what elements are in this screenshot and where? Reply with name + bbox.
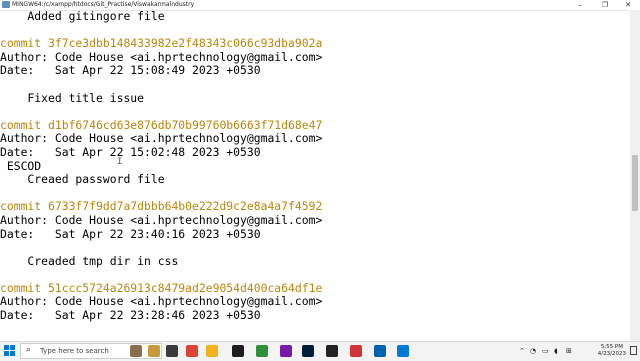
- log-line: ESCOD: [0, 158, 42, 173]
- log-line: Added gitingore file: [0, 10, 165, 23]
- person-icon[interactable]: [130, 345, 142, 357]
- clock-time: 5:55 PM: [600, 344, 623, 350]
- app-icon[interactable]: [374, 345, 386, 357]
- log-line: Author: Code House <ai.hprtechnology@gma…: [0, 294, 323, 309]
- log-line: Date: Sat Apr 22 15:02:48 2023 +0530: [0, 144, 261, 159]
- windows-taskbar: ⌕ Type here to search ⌃ ◔ ▭ ◖ ⊞ 5:55 PM …: [0, 341, 640, 361]
- network-icon[interactable]: ◔: [530, 342, 536, 361]
- terminal-icon[interactable]: [232, 345, 244, 357]
- chrome-icon[interactable]: [186, 345, 198, 357]
- tray-chevron-icon[interactable]: ⌃: [519, 342, 525, 361]
- text-cursor-icon: I: [117, 157, 123, 167]
- photoshop-icon[interactable]: [302, 345, 314, 357]
- task-view-icon[interactable]: [166, 345, 178, 357]
- log-line: Creaded tmp dir in css: [0, 253, 179, 268]
- file-explorer-icon[interactable]: [206, 345, 218, 357]
- log-line: Author: Code House <ai.hprtechnology@gma…: [0, 212, 323, 227]
- window-title: MINGW64:/c/xampp/htdocs/Git_Practise/Vis…: [12, 1, 195, 8]
- vertical-scrollbar[interactable]: [630, 10, 640, 341]
- commit-hash-line: commit 6733f7f9dd7a7dbbb64b0e222d9c2e8a4…: [0, 199, 323, 214]
- log-line: Author: Code House <ai.hprtechnology@gma…: [0, 49, 323, 64]
- search-placeholder: Type here to search: [40, 347, 109, 355]
- battery-icon[interactable]: ▭: [542, 342, 549, 361]
- clock-date: 4/23/2023: [597, 351, 626, 357]
- volume-icon[interactable]: ◖: [554, 342, 558, 361]
- log-line: Author: Code House <ai.hprtechnology@gma…: [0, 131, 323, 146]
- onenote-icon[interactable]: [280, 345, 292, 357]
- store-icon[interactable]: [256, 345, 268, 357]
- start-button[interactable]: [4, 345, 16, 357]
- taskbar-clock[interactable]: 5:55 PM 4/23/2023: [598, 344, 626, 358]
- log-line: Fixed title issue: [0, 90, 145, 105]
- search-icon: ⌕: [26, 345, 32, 355]
- notification-icon[interactable]: [630, 346, 637, 355]
- log-line: Date: Sat Apr 22 23:40:16 2023 +0530: [0, 226, 261, 241]
- commit-hash-line: commit d1bf6746cd63e876db70b99760b6663f7…: [0, 117, 323, 132]
- terminal-output[interactable]: Added gitingore file commit 3f7ce3dbb1484…: [0, 10, 630, 341]
- commit-hash-line: commit 51ccc5724a26913c8479ad2e9054d400c…: [0, 280, 323, 295]
- log-line: Date: Sat Apr 22 23:28:46 2023 +0530: [0, 308, 261, 323]
- minimize-button[interactable]: –: [568, 0, 592, 10]
- language-icon[interactable]: ⊞: [566, 342, 572, 361]
- log-line: Creaed password file: [0, 172, 165, 187]
- maximize-button[interactable]: ❐: [593, 0, 617, 10]
- vscode-icon[interactable]: [397, 345, 409, 357]
- scrollbar-thumb[interactable]: [632, 155, 638, 211]
- close-button[interactable]: ✕: [616, 0, 640, 10]
- commit-hash-line: commit 3f7ce3dbb148433982e2f48343c066c93…: [0, 36, 323, 51]
- log-line: Date: Sat Apr 22 15:08:49 2023 +0530: [0, 63, 261, 78]
- edge-icon[interactable]: [350, 345, 362, 357]
- mingw-app-icon: [2, 1, 10, 8]
- obs-icon[interactable]: [326, 345, 338, 357]
- game-icon[interactable]: [148, 345, 160, 357]
